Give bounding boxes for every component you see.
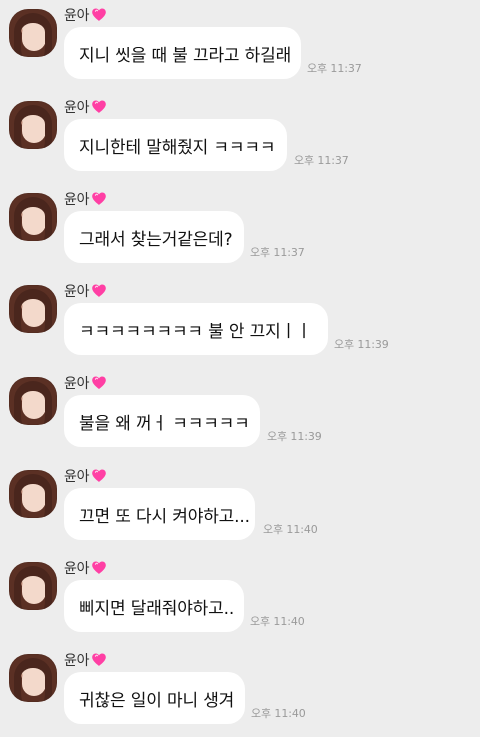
- message-text: 지니한테 말해줬지 ㅋㅋㅋㅋ: [79, 137, 276, 158]
- sender-avatar[interactable]: [9, 377, 57, 425]
- message-text: 그래서 찾는거같은데?: [79, 229, 233, 250]
- sender-name-row: 윤아: [64, 189, 107, 209]
- chat-message: 윤아 끄면 또 다시 켜야하고... 오후 11:40: [0, 461, 480, 553]
- message-bubble[interactable]: 귀찮은 일이 마니 생겨: [64, 672, 245, 724]
- sender-name: 윤아: [64, 653, 90, 669]
- sender-name-row: 윤아: [64, 281, 107, 301]
- sender-avatar[interactable]: [9, 470, 57, 518]
- sender-name: 윤아: [64, 8, 90, 24]
- message-time: 오후 11:40: [263, 523, 318, 536]
- pink-heart-icon: [92, 469, 107, 482]
- sender-name-row: 윤아: [64, 466, 107, 486]
- message-bubble[interactable]: ㅋㅋㅋㅋㅋㅋㅋㅋ 불 안 끄지ㅣㅣ: [64, 303, 328, 355]
- sender-name-row: 윤아: [64, 5, 107, 25]
- message-time: 오후 11:40: [251, 707, 306, 720]
- message-time: 오후 11:37: [250, 246, 305, 259]
- sender-name: 윤아: [64, 192, 90, 208]
- pink-heart-icon: [92, 376, 107, 389]
- chat-message: 윤아 지니한테 말해줬지 ㅋㅋㅋㅋ 오후 11:37: [0, 92, 480, 184]
- sender-name: 윤아: [64, 469, 90, 485]
- message-time: 오후 11:37: [294, 154, 349, 167]
- pink-heart-icon: [92, 100, 107, 113]
- pink-heart-icon: [92, 561, 107, 574]
- pink-heart-icon: [92, 8, 107, 21]
- message-text: 불을 왜 꺼ㅓ ㅋㅋㅋㅋㅋ: [79, 413, 250, 434]
- chat-message: 윤아 그래서 찾는거같은데? 오후 11:37: [0, 184, 480, 276]
- sender-avatar[interactable]: [9, 193, 57, 241]
- message-time: 오후 11:40: [250, 615, 305, 628]
- message-text: 삐지면 달래줘야하고..: [79, 598, 235, 619]
- sender-name: 윤아: [64, 376, 90, 392]
- message-bubble[interactable]: 불을 왜 꺼ㅓ ㅋㅋㅋㅋㅋ: [64, 395, 260, 447]
- message-bubble[interactable]: 지니 씻을 때 불 끄라고 하길래: [64, 27, 301, 79]
- sender-name: 윤아: [64, 561, 90, 577]
- pink-heart-icon: [92, 653, 107, 666]
- message-bubble[interactable]: 끄면 또 다시 켜야하고...: [64, 488, 255, 540]
- pink-heart-icon: [92, 192, 107, 205]
- message-time: 오후 11:37: [307, 62, 362, 75]
- sender-name-row: 윤아: [64, 650, 107, 670]
- sender-avatar[interactable]: [9, 9, 57, 57]
- sender-name-row: 윤아: [64, 373, 107, 393]
- message-text: ㅋㅋㅋㅋㅋㅋㅋㅋ 불 안 끄지ㅣㅣ: [79, 321, 312, 342]
- message-text: 지니 씻을 때 불 끄라고 하길래: [79, 45, 292, 66]
- message-time: 오후 11:39: [334, 338, 389, 351]
- sender-avatar[interactable]: [9, 101, 57, 149]
- message-bubble[interactable]: 그래서 찾는거같은데?: [64, 211, 244, 263]
- sender-name: 윤아: [64, 100, 90, 116]
- sender-avatar[interactable]: [9, 654, 57, 702]
- message-text: 귀찮은 일이 마니 생겨: [79, 690, 235, 711]
- sender-name-row: 윤아: [64, 558, 107, 578]
- chat-message: 윤아 지니 씻을 때 불 끄라고 하길래 오후 11:37: [0, 0, 480, 92]
- sender-name: 윤아: [64, 284, 90, 300]
- sender-name-row: 윤아: [64, 97, 107, 117]
- chat-message: 윤아 귀찮은 일이 마니 생겨 오후 11:40: [0, 645, 480, 737]
- pink-heart-icon: [92, 284, 107, 297]
- chat-message: 윤아 삐지면 달래줘야하고.. 오후 11:40: [0, 553, 480, 645]
- message-bubble[interactable]: 삐지면 달래줘야하고..: [64, 580, 244, 632]
- sender-avatar[interactable]: [9, 562, 57, 610]
- message-bubble[interactable]: 지니한테 말해줬지 ㅋㅋㅋㅋ: [64, 119, 287, 171]
- chat-message: 윤아 ㅋㅋㅋㅋㅋㅋㅋㅋ 불 안 끄지ㅣㅣ 오후 11:39: [0, 276, 480, 368]
- message-text: 끄면 또 다시 켜야하고...: [79, 506, 250, 527]
- sender-avatar[interactable]: [9, 285, 57, 333]
- chat-message: 윤아 불을 왜 꺼ㅓ ㅋㅋㅋㅋㅋ 오후 11:39: [0, 368, 480, 460]
- message-time: 오후 11:39: [267, 430, 322, 443]
- chat-message-list: 윤아 지니 씻을 때 불 끄라고 하길래 오후 11:37 윤아 지니한테 말해…: [0, 0, 480, 737]
